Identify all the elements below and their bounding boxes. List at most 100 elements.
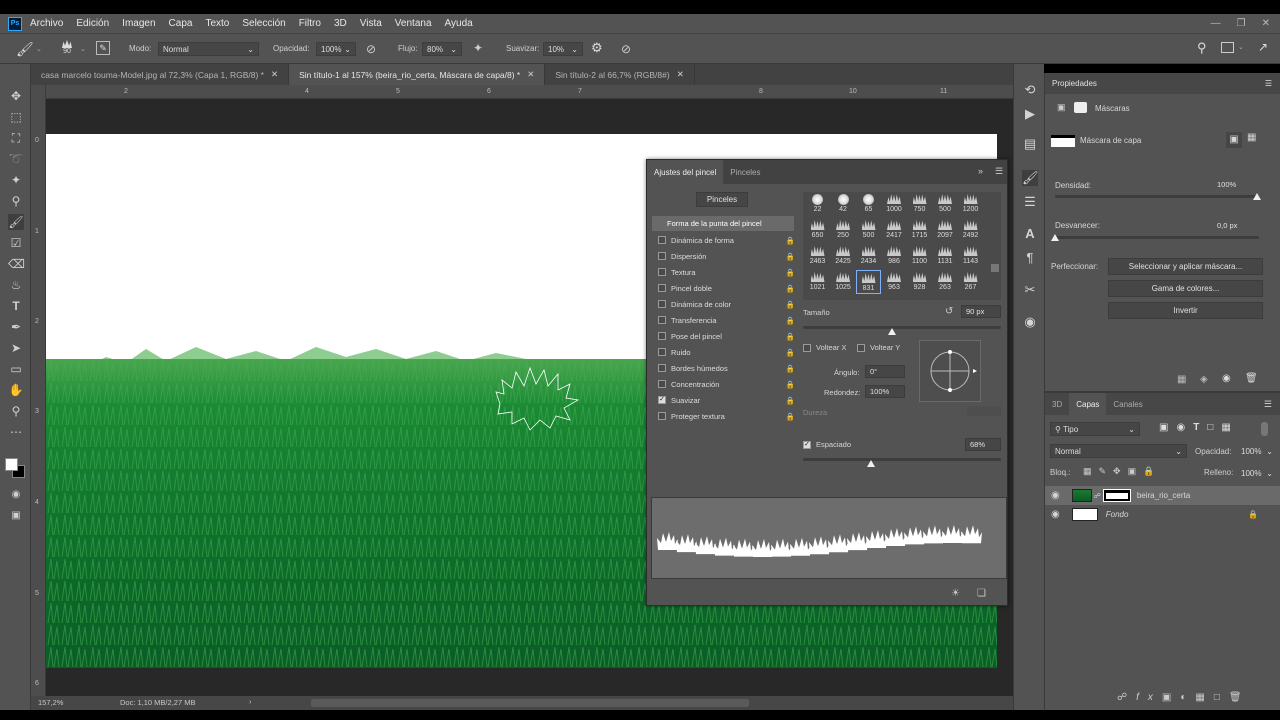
link-icon[interactable]: ☍ [1094,492,1101,500]
lock-icon[interactable]: 🔒 [786,300,795,309]
pressure-size-icon[interactable]: ⊘ [621,42,631,56]
brush-angle-widget[interactable] [919,340,981,402]
flip-x-checkbox[interactable] [803,343,811,352]
brush-tip-preset[interactable]: 1021 [805,270,830,294]
gear-icon[interactable]: ⚙ [591,40,603,56]
brush-tip-preset[interactable]: 22 [805,192,830,216]
roundness-field[interactable]: 100% [865,385,905,398]
feather-slider[interactable] [1055,236,1259,239]
size-field[interactable]: 90 px [961,305,1001,318]
option-checkbox[interactable] [658,364,666,372]
brush-option-row[interactable]: Proteger textura 🔒 [653,408,795,424]
brush-tip-preset[interactable]: 1000 [882,192,907,216]
option-checkbox[interactable] [658,412,666,420]
spacing-checkbox[interactable]: ✓ [803,440,811,449]
blend-mode-select[interactable]: Normal ⌄ [1050,444,1187,458]
libraries-icon[interactable]: ◉ [1022,314,1038,330]
more-tools-icon[interactable]: ⋯ [8,424,24,440]
brush-tip-preset[interactable]: 650 [805,218,830,242]
character-icon[interactable]: A [1022,226,1038,242]
hand-tool-icon[interactable]: ✋ [8,382,24,398]
brushes-button[interactable]: Pinceles [696,192,748,207]
eye-icon[interactable]: ◉ [1051,490,1060,501]
brush-option-row[interactable]: ✓ Suavizar 🔒 [653,392,795,408]
option-checkbox[interactable] [658,252,666,260]
size-slider-knob[interactable] [888,328,896,335]
brush-tip-preset[interactable]: 1100 [907,244,932,268]
airbrush-icon[interactable]: ✦ [473,41,483,55]
lock-icon[interactable]: 🔒 [786,364,795,373]
option-checkbox[interactable] [658,348,666,356]
option-checkbox[interactable] [658,284,666,292]
feather-field[interactable]: 0,0 px [1213,219,1263,232]
tab-brush-settings[interactable]: Ajustes del pincel [647,160,724,184]
close-icon[interactable]: ✕ [527,69,534,80]
lock-icon[interactable]: 🔒 [786,236,795,245]
brush-tip-preset[interactable]: 986 [882,244,907,268]
close-icon[interactable]: ✕ [1262,18,1270,29]
trash-icon[interactable]: 🗑 [1245,373,1258,384]
vector-mask-icon[interactable] [1074,102,1087,113]
menu-vista[interactable]: Vista [360,18,382,29]
toggle-live-tip-icon[interactable]: ☀ [951,588,960,599]
menu-edicion[interactable]: Edición [76,18,109,29]
flip-y-option[interactable]: Voltear Y [857,343,900,352]
brush-option-row[interactable]: Bordes húmedos 🔒 [653,360,795,376]
tab-canales[interactable]: Canales [1106,393,1149,415]
foreground-color-swatch[interactable] [5,458,18,471]
option-checkbox[interactable] [658,236,666,244]
layer-mask-thumbnail[interactable] [1102,489,1131,502]
brush-panel-toggle-icon[interactable]: ✎ [96,41,110,55]
density-knob[interactable] [1253,193,1261,200]
brush-tip-preset[interactable]: 2492 [958,218,983,242]
filter-toggle[interactable] [1261,422,1268,436]
actions-play-icon[interactable]: ▶ [1022,106,1038,122]
brush-option-row[interactable]: Textura 🔒 [653,264,795,280]
menu-seleccion[interactable]: Selección [242,18,285,29]
zoom-tool-icon[interactable]: ⚲ [8,403,24,419]
pressure-opacity-icon[interactable]: ⊘ [366,42,376,56]
pen-tool-icon[interactable]: ✒ [8,319,24,335]
sliders-icon[interactable]: ☰ [1022,194,1038,210]
brush-option-row[interactable]: Concentración 🔒 [653,376,795,392]
brush-tip-preset[interactable]: 2425 [831,244,856,268]
share-icon[interactable]: ↗ [1258,40,1268,54]
lock-icon[interactable]: 🔒 [786,380,795,389]
flip-y-checkbox[interactable] [857,343,865,352]
density-slider[interactable] [1055,195,1259,198]
brush-tip-preset[interactable]: 263 [933,270,958,294]
crop-tool-icon[interactable]: ⛶ [8,130,24,146]
chevron-down-icon[interactable]: ⌄ [1238,43,1244,51]
brush-tip-preset[interactable]: 42 [831,192,856,216]
fill-field[interactable]: 100% ⌄ [1237,466,1277,480]
tab-casa-marcelo[interactable]: casa marcelo touma-Model.jpg al 72,3% (C… [31,64,290,85]
option-checkbox[interactable] [658,300,666,308]
shape-tool-icon[interactable]: ▭ [8,361,24,377]
panel-menu-icon[interactable]: ☰ [1264,399,1272,410]
menu-texto[interactable]: Texto [205,18,229,29]
brush-preset-picker[interactable]: 90 [58,38,76,60]
tip-shape-option[interactable]: Forma de la punta del pincel [652,216,794,231]
screen-mode-icon[interactable]: ▣ [8,508,24,524]
menu-archivo[interactable]: Archivo [30,18,63,29]
tab-3d[interactable]: 3D [1045,393,1069,415]
smoothing-field[interactable]: 10% ⌄ [543,42,583,56]
pixel-mask-icon[interactable]: ▣ [1057,102,1066,113]
brush-option-row[interactable]: Pincel doble 🔒 [653,280,795,296]
zoom-level[interactable]: 157,2% [38,698,63,707]
brush-tip-preset[interactable]: 1143 [958,244,983,268]
spacing-field[interactable]: 68% [965,438,1001,451]
tips-scrollbar[interactable] [991,264,999,272]
brush-tip-preset[interactable]: 1715 [907,218,932,242]
path-select-tool-icon[interactable]: ➤ [8,340,24,356]
brush-tip-preset[interactable]: 831 [856,270,881,294]
tab-sin-titulo-1[interactable]: Sin título-1 al 157% (beira_rio_certa, M… [289,64,546,85]
option-checkbox[interactable] [658,316,666,324]
lock-icon[interactable]: 🔒 [786,348,795,357]
brush-option-row[interactable]: Dispersión 🔒 [653,248,795,264]
brush-tip-preset[interactable]: 500 [856,218,881,242]
adjust-icon[interactable]: ▤ [1022,136,1038,152]
brush-option-row[interactable]: Transferencia 🔒 [653,312,795,328]
brush-tip-preset[interactable]: 267 [958,270,983,294]
brush-tip-preset[interactable]: 2434 [856,244,881,268]
